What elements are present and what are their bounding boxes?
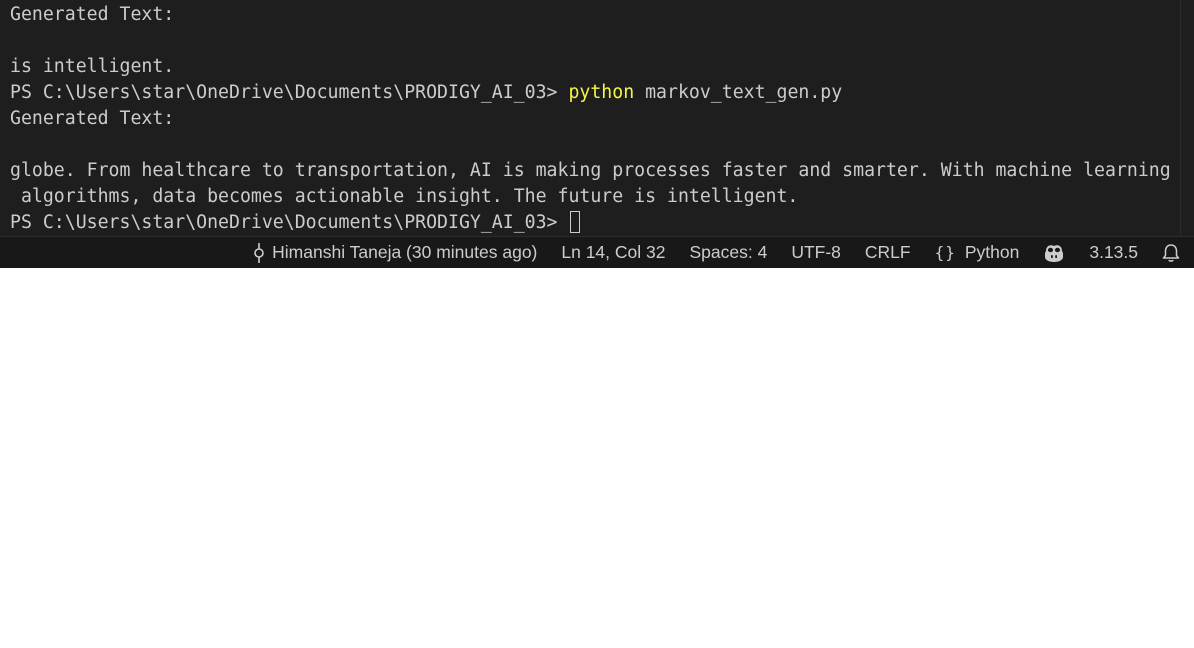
cursor-position-item[interactable]: Ln 14, Col 32 bbox=[549, 237, 677, 269]
terminal-command-line: PS C:\Users\star\OneDrive\Documents\PROD… bbox=[10, 80, 1194, 106]
copilot-icon bbox=[1043, 243, 1065, 263]
copilot-item[interactable] bbox=[1031, 237, 1077, 269]
terminal-prompt: PS C:\Users\star\OneDrive\Documents\PROD… bbox=[10, 212, 569, 233]
line-ending-label: CRLF bbox=[864, 242, 911, 262]
terminal-scrollbar[interactable] bbox=[1180, 0, 1194, 236]
command-name: python bbox=[568, 82, 635, 103]
terminal-cursor bbox=[570, 211, 581, 233]
git-blame-item[interactable]: Himanshi Taneja (30 minutes ago) bbox=[241, 237, 549, 269]
cursor-position-label: Ln 14, Col 32 bbox=[561, 242, 666, 262]
git-blame-label: Himanshi Taneja (30 minutes ago) bbox=[272, 242, 538, 262]
notifications-item[interactable] bbox=[1150, 237, 1180, 269]
command-args: markov_text_gen.py bbox=[634, 82, 843, 103]
status-bar: Himanshi Taneja (30 minutes ago) Ln 14, … bbox=[0, 236, 1194, 268]
terminal-line: algorithms, data becomes actionable insi… bbox=[10, 186, 799, 207]
language-mode-item[interactable]: {} Python bbox=[923, 237, 1032, 269]
git-commit-icon bbox=[253, 242, 265, 263]
language-mode-label: Python bbox=[964, 242, 1020, 262]
terminal-line: Generated Text: bbox=[10, 4, 175, 25]
terminal-panel[interactable]: Generated Text: is intelligent. PS C:\Us… bbox=[0, 0, 1194, 236]
indentation-item[interactable]: Spaces: 4 bbox=[677, 237, 779, 269]
terminal-input-line[interactable]: PS C:\Users\star\OneDrive\Documents\PROD… bbox=[10, 210, 1194, 236]
python-version-item[interactable]: 3.13.5 bbox=[1077, 237, 1150, 269]
terminal-line: is intelligent. bbox=[10, 56, 175, 77]
line-ending-item[interactable]: CRLF bbox=[853, 237, 923, 269]
encoding-item[interactable]: UTF-8 bbox=[779, 237, 853, 269]
terminal-prompt: PS C:\Users\star\OneDrive\Documents\PROD… bbox=[10, 82, 569, 103]
braces-icon: {} bbox=[934, 243, 956, 262]
terminal-line: Generated Text: bbox=[10, 108, 175, 129]
indentation-label: Spaces: 4 bbox=[689, 242, 768, 262]
encoding-label: UTF-8 bbox=[791, 242, 841, 262]
bell-icon bbox=[1162, 243, 1180, 263]
terminal-line: globe. From healthcare to transportation… bbox=[10, 160, 1171, 181]
python-version-label: 3.13.5 bbox=[1089, 242, 1138, 262]
